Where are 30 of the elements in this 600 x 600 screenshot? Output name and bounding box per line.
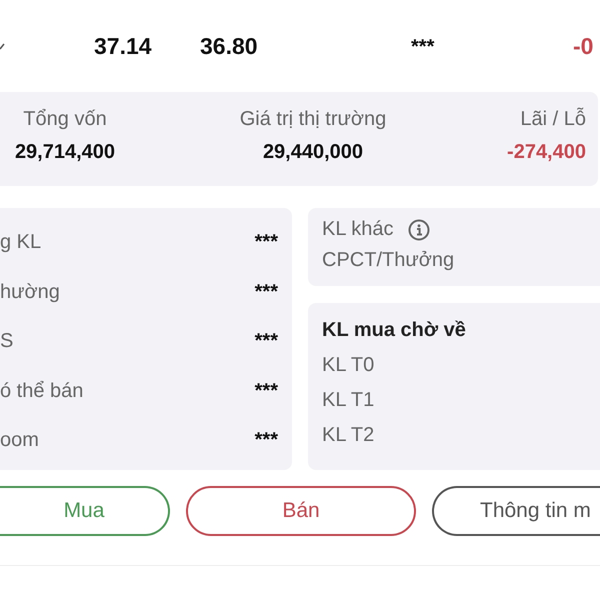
holding-value: *** bbox=[254, 429, 278, 452]
summary-value: -274,400 bbox=[507, 141, 586, 164]
holding-value: *** bbox=[254, 380, 278, 403]
summary-label: Lãi / Lỗ bbox=[520, 108, 586, 131]
holding-value: *** bbox=[254, 231, 278, 254]
holding-label: g KL bbox=[0, 231, 42, 254]
holding-label: oom bbox=[0, 429, 39, 452]
price-value: 37.14 bbox=[94, 33, 152, 60]
holding-value: *** bbox=[254, 280, 278, 304]
pending-label: KL T0 bbox=[322, 354, 376, 377]
card-title: KL khác bbox=[322, 218, 394, 241]
price-value: 36.80 bbox=[200, 33, 258, 60]
summary-value: 29,440,000 bbox=[262, 141, 364, 164]
holding-label: S bbox=[0, 330, 14, 354]
summary-label: Giá trị thị trường bbox=[240, 108, 386, 131]
card-title: KL mua chờ về bbox=[322, 319, 467, 342]
action-button[interactable]: Thông tin m bbox=[432, 486, 600, 536]
summary-value: 29,714,400 bbox=[14, 141, 116, 164]
holding-label: hường bbox=[0, 280, 60, 304]
price-value: *** bbox=[411, 36, 434, 59]
holding-value: *** bbox=[254, 330, 278, 354]
price-value: -0 bbox=[573, 33, 594, 60]
holding-label: ó thể bán bbox=[0, 380, 84, 403]
pending-label: KL T1 bbox=[322, 389, 376, 412]
action-button[interactable]: Bán bbox=[186, 486, 416, 536]
action-button[interactable]: Mua bbox=[0, 486, 170, 536]
summary-label: Tổng vốn bbox=[23, 108, 107, 131]
card-subtitle: CPCT/Thưởng bbox=[322, 249, 456, 272]
pending-label: KL T2 bbox=[322, 424, 376, 447]
info-icon[interactable] bbox=[408, 218, 430, 240]
